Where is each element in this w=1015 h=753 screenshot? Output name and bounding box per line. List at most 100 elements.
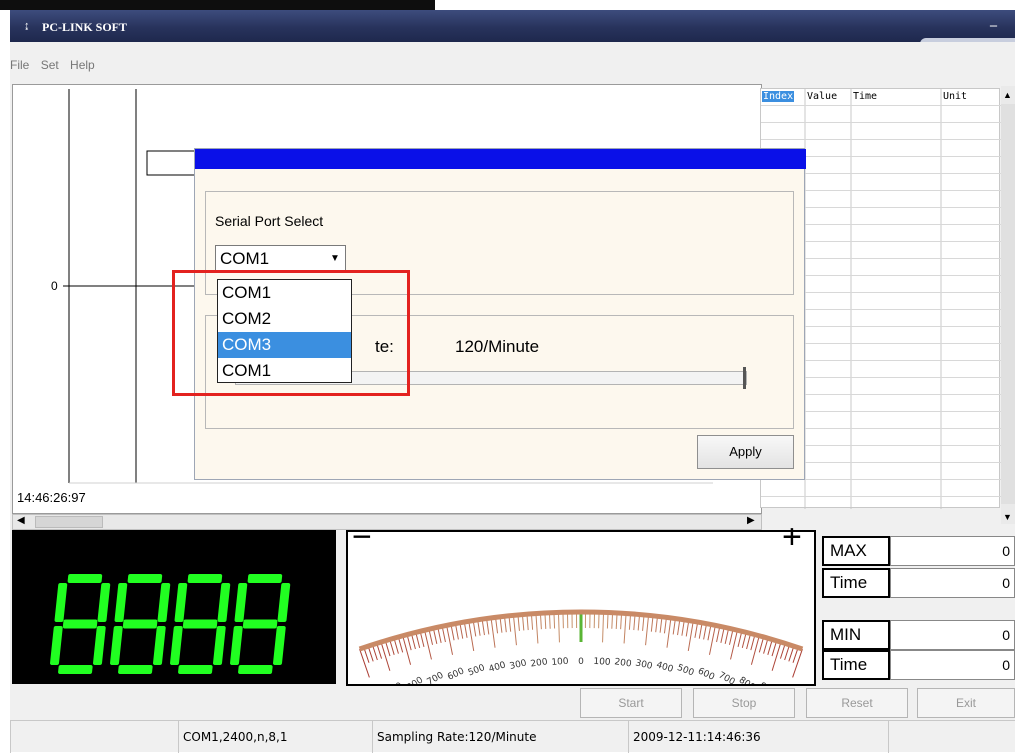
min-time-label: Time [822, 650, 890, 680]
meter-tick [793, 649, 803, 677]
rate-value: 120/Minute [455, 337, 539, 357]
led-segment [58, 665, 93, 674]
meter-tick [751, 636, 759, 665]
meter-label: 900 [385, 681, 405, 684]
scroll-right-icon[interactable]: ▶ [747, 515, 755, 526]
led-segment [174, 583, 187, 622]
min-time-value: 0 [890, 650, 1015, 680]
status-cell-empty [10, 721, 178, 753]
port-select[interactable]: COM1 ▼ [215, 245, 346, 273]
status-bar: COM1,2400,n,8,1 Sampling Rate:120/Minute… [10, 720, 1015, 752]
grid-row[interactable] [761, 496, 1001, 497]
led-segment [127, 574, 162, 583]
vertical-scrollbar[interactable]: ▲ ▼ [1001, 86, 1015, 524]
max-time-label: Time [822, 568, 890, 598]
led-segment [243, 620, 278, 629]
meter-tick [491, 618, 495, 648]
meter-tick [688, 621, 693, 651]
led-segment [97, 583, 110, 622]
grid-header-time[interactable]: Time [853, 91, 877, 102]
max-row: MAX 0 [822, 536, 1015, 566]
meter-tick [667, 618, 671, 648]
led-segment [234, 583, 247, 622]
meter-plus-icon: + [782, 520, 802, 554]
led-segment [277, 583, 290, 622]
menu-bar: File Set Help [10, 58, 103, 72]
meter-label: 0 [578, 657, 584, 667]
meter-label: 600 [696, 666, 716, 682]
horizontal-scrollbar[interactable]: ◀ ▶ [12, 514, 762, 530]
led-segment [213, 626, 226, 665]
scroll-up-icon[interactable]: ▲ [1003, 90, 1012, 100]
led-segment [118, 665, 153, 674]
led-segment [50, 626, 63, 665]
chevron-down-icon[interactable]: ▼ [327, 248, 343, 270]
led-segment [217, 583, 230, 622]
led-segment [247, 574, 282, 583]
vscroll-track[interactable] [1001, 104, 1015, 504]
meter-label: 300 [509, 658, 528, 672]
meter-tick [624, 613, 626, 643]
title-bar[interactable]: ↨ PC-LINK SOFT – × [10, 10, 1015, 42]
grid-header-index[interactable]: Index [762, 91, 794, 102]
meter-label: 400 [488, 660, 508, 675]
led-segment [63, 620, 98, 629]
scroll-down-icon[interactable]: ▼ [1003, 512, 1012, 522]
menu-set[interactable]: Set [41, 58, 59, 72]
min-label: MIN [822, 620, 890, 650]
meter-tick [403, 636, 411, 665]
stats-panel: MAX 0 Time 0 MIN 0 Time 0 [822, 536, 1015, 680]
grid-header-unit[interactable]: Unit [943, 91, 967, 102]
grid-header-value[interactable]: Value [807, 91, 837, 102]
analog-meter: 1000900800700600500400300200100010020030… [346, 530, 816, 686]
meter-label: 500 [676, 663, 696, 679]
meter-label: 200 [614, 657, 633, 669]
y-tick-zero: 0 [51, 279, 58, 293]
meter-tick [772, 642, 781, 671]
start-button[interactable]: Start [580, 688, 682, 718]
meter-tick [381, 642, 390, 671]
meter-label: 800 [405, 675, 425, 684]
meter-label: 800 [737, 675, 757, 684]
min-row: MIN 0 [822, 620, 1015, 650]
highlight-box [172, 270, 410, 396]
max-time-row: Time 0 [822, 568, 1015, 598]
scroll-left-icon[interactable]: ◀ [17, 515, 25, 526]
meter-label: 400 [655, 660, 675, 675]
minimize-button[interactable]: – [990, 18, 997, 34]
led-segment [110, 626, 123, 665]
grid-row[interactable] [761, 139, 1001, 140]
meter-label: 600 [446, 666, 466, 682]
meter-label: 700 [426, 670, 446, 684]
meter-label: 100 [551, 657, 569, 668]
meter-tick [646, 615, 649, 645]
led-segment [183, 620, 218, 629]
meter-tick [558, 612, 559, 642]
meter-label: 900 [757, 681, 777, 684]
slider-handle[interactable] [743, 367, 746, 389]
status-port: COM1,2400,n,8,1 [178, 721, 372, 753]
time-label: 14:46:26:97 [17, 490, 86, 505]
reset-button[interactable]: Reset [806, 688, 908, 718]
menu-file[interactable]: File [10, 58, 29, 72]
grid-row[interactable] [761, 122, 1001, 123]
led-segment [93, 626, 106, 665]
serial-port-label: Serial Port Select [215, 213, 323, 229]
grid-row[interactable] [761, 105, 1001, 106]
meter-label: 300 [634, 658, 653, 672]
meter-tick [360, 649, 370, 677]
dialog-title-bar[interactable] [195, 149, 806, 169]
led-segment [273, 626, 286, 665]
stop-button[interactable]: Stop [693, 688, 795, 718]
apply-button[interactable]: Apply [697, 435, 794, 469]
meter-minus-icon: − [352, 520, 372, 554]
menu-help[interactable]: Help [70, 58, 95, 72]
max-label: MAX [822, 536, 890, 566]
scroll-thumb[interactable] [35, 516, 103, 528]
led-segment [178, 665, 213, 674]
meter-label: 100 [593, 657, 611, 668]
window-title: PC-LINK SOFT [42, 20, 127, 35]
led-display: 8888 [12, 530, 336, 684]
led-segment [230, 626, 243, 665]
exit-button[interactable]: Exit [917, 688, 1015, 718]
